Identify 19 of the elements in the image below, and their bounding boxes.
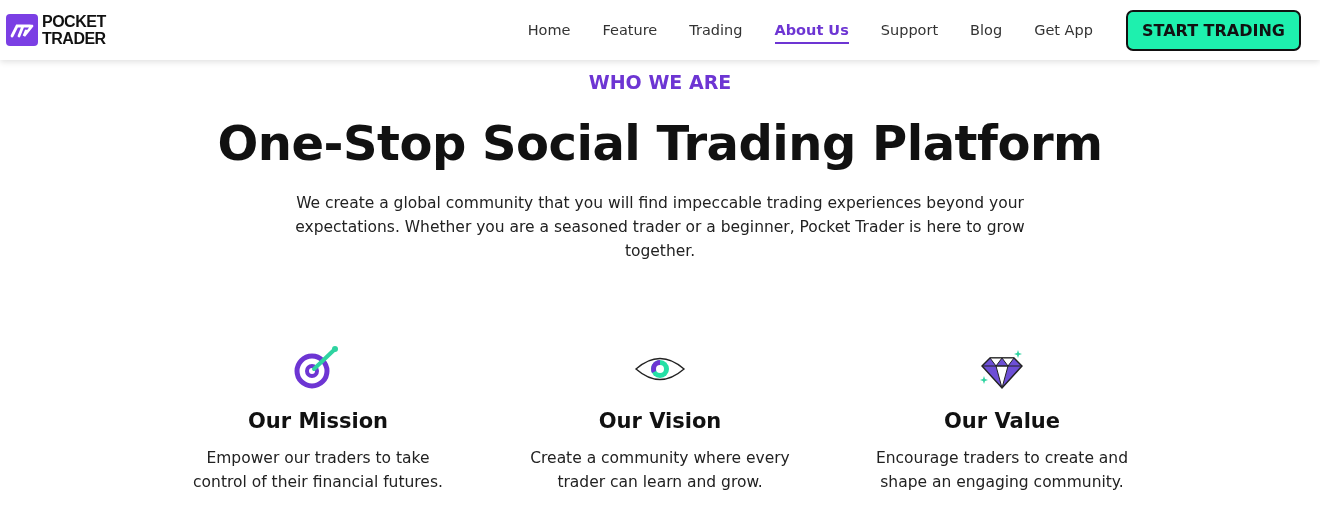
feature-description: Empower our traders to take control of their financial futures. bbox=[192, 448, 444, 493]
page-heading: One-Stop Social Trading Platform bbox=[216, 114, 1104, 173]
section-eyebrow: WHO WE ARE bbox=[587, 70, 733, 95]
nav-link[interactable]: Feature bbox=[586, 16, 674, 44]
feature-title: Our Vision bbox=[598, 408, 722, 435]
feature-title: Our Mission bbox=[247, 408, 389, 435]
start-trading-button[interactable]: START TRADING bbox=[1125, 9, 1301, 51]
nav-link[interactable]: Trading bbox=[673, 16, 759, 44]
intro-paragraph: We create a global community that you will find impeccable trading experiences beyond your expectations. Whether you are a seasoned trader or a beginner, Pocket Trader is here to grow together. bbox=[294, 193, 1026, 262]
nav-link[interactable]: Home bbox=[511, 16, 587, 44]
nav-link[interactable]: Blog bbox=[954, 16, 1019, 44]
logo-text: POCKET TRADER bbox=[42, 13, 106, 47]
logo-icon bbox=[6, 14, 38, 46]
nav-link[interactable]: Get App bbox=[1018, 16, 1109, 44]
feature-description: Encourage traders to create and shape an engaging community. bbox=[874, 448, 1130, 493]
nav-link[interactable]: About Us bbox=[774, 16, 849, 44]
feature-description: Create a community where every trader can learn and grow. bbox=[529, 448, 791, 493]
feature-title: Our Value bbox=[943, 408, 1061, 435]
nav-link[interactable]: Support bbox=[864, 16, 955, 44]
